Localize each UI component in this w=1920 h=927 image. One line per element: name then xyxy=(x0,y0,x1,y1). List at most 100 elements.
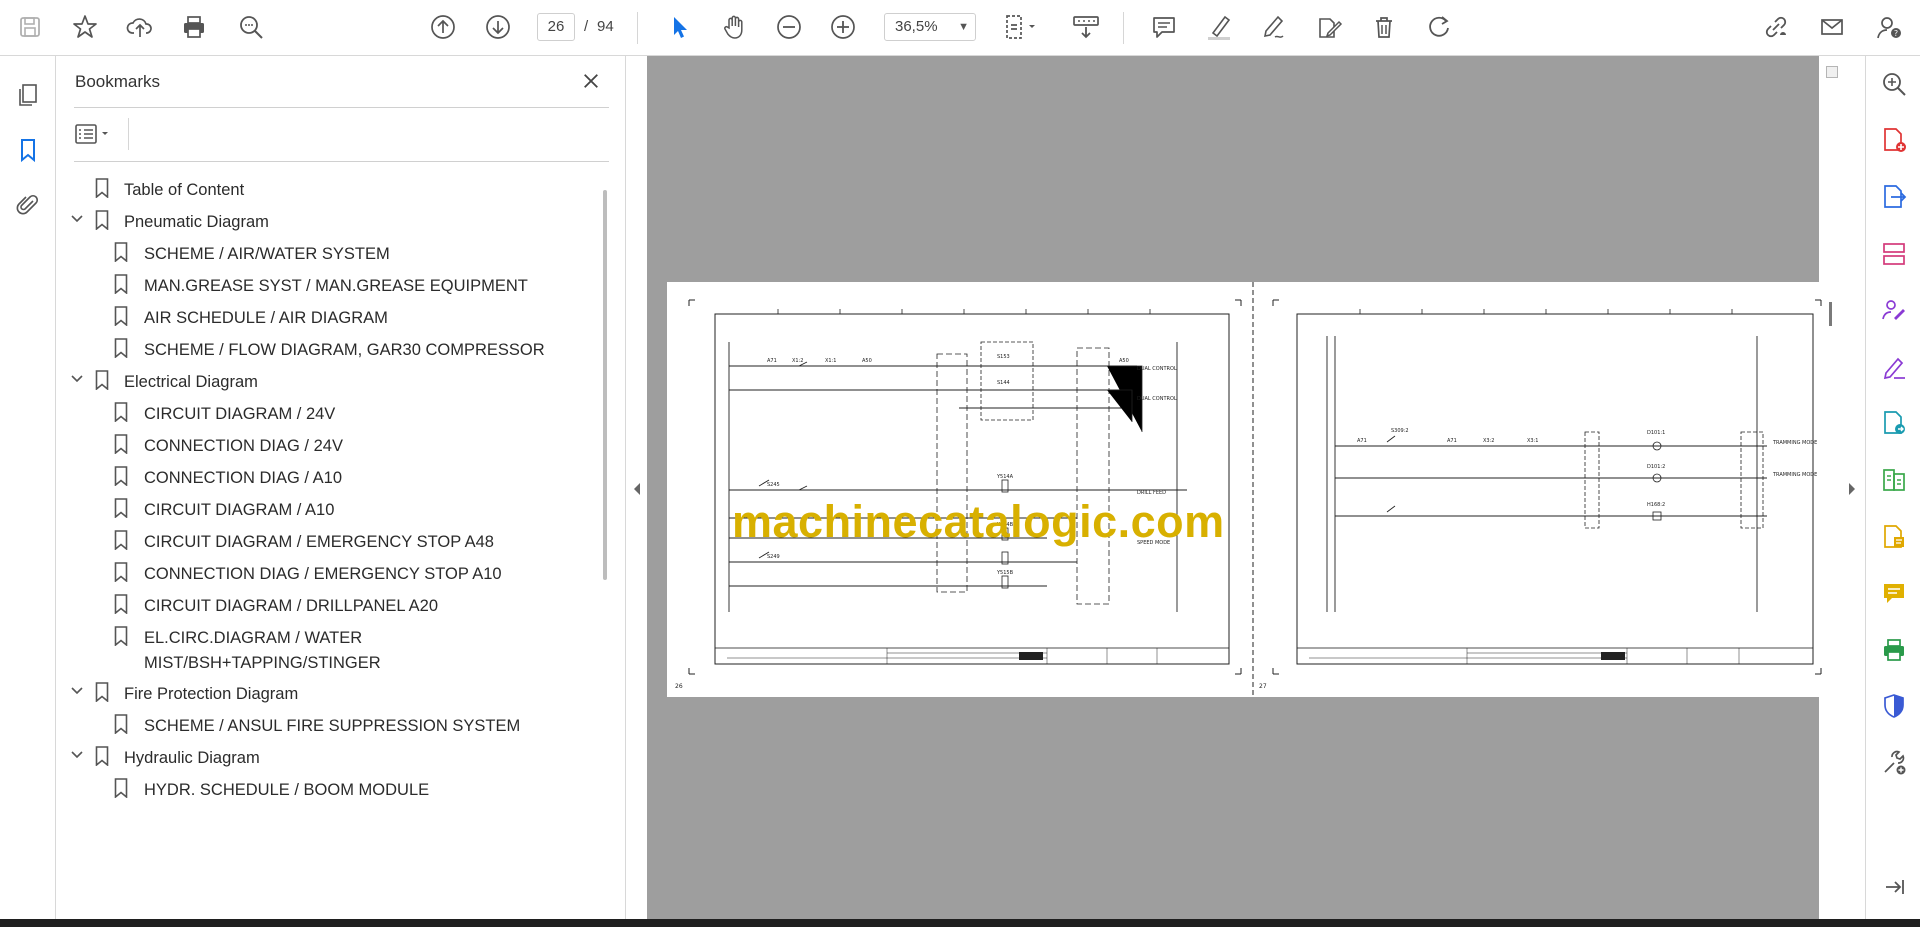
document-canvas[interactable]: A71 X1:2 X1:1 A50 S153 S144 A50 DUAL CONTROL D… xyxy=(647,56,1839,919)
bookmark-item[interactable]: SCHEME / AIR/WATER SYSTEM xyxy=(56,234,596,268)
collapse-right-panel-icon[interactable] xyxy=(1845,480,1859,498)
bookmark-icon xyxy=(114,242,128,262)
highlight-icon[interactable] xyxy=(1201,9,1237,45)
draw-icon[interactable] xyxy=(1256,9,1292,45)
scrolling-mode-icon[interactable] xyxy=(1066,9,1106,45)
document-scrollbar-thumb[interactable] xyxy=(1829,302,1832,326)
bookmark-group[interactable]: Pneumatic Diagram xyxy=(56,202,596,236)
scroll-up-button[interactable] xyxy=(1826,66,1838,78)
more-tools-icon[interactable] xyxy=(1878,747,1910,779)
left-page-number: 26 xyxy=(675,683,683,690)
previous-page-icon[interactable] xyxy=(425,9,461,45)
protect-shield-icon[interactable] xyxy=(1878,690,1910,722)
fill-sign-icon[interactable] xyxy=(1878,351,1910,383)
page-thumbnails-icon[interactable] xyxy=(10,77,46,113)
chevron-down-icon: ▼ xyxy=(958,21,969,33)
bookmark-icon xyxy=(114,626,128,646)
hand-tool-icon[interactable] xyxy=(716,9,752,45)
page-separator: / xyxy=(584,18,589,35)
svg-text:S153: S153 xyxy=(997,354,1010,360)
bookmark-label: Pneumatic Diagram xyxy=(124,213,269,231)
send-for-review-icon[interactable] xyxy=(1878,407,1910,439)
bookmark-icon xyxy=(114,498,128,518)
page-total: 94 xyxy=(597,18,614,35)
bookmark-label: CONNECTION DIAG / 24V xyxy=(144,437,343,455)
print-production-icon[interactable] xyxy=(1878,634,1910,666)
zoom-out-icon[interactable] xyxy=(771,9,807,45)
next-page-icon[interactable] xyxy=(480,9,516,45)
svg-text:A71: A71 xyxy=(1447,438,1457,444)
bookmark-group[interactable]: Hydraulic Diagram xyxy=(56,738,596,772)
main-toolbar: 26 / 94 36,5% ▼ ? xyxy=(0,0,1920,56)
bookmark-item[interactable]: SCHEME / ANSUL FIRE SUPPRESSION SYSTEM xyxy=(56,706,596,740)
expand-panel-icon[interactable] xyxy=(1878,871,1910,903)
bookmarks-panel-icon[interactable] xyxy=(10,132,46,168)
share-link-icon[interactable] xyxy=(1758,9,1794,45)
bookmark-item[interactable]: CIRCUIT DIAGRAM / EMERGENCY STOP A48 xyxy=(56,522,596,556)
bookmark-item[interactable]: SCHEME / FLOW DIAGRAM, GAR30 COMPRESSOR xyxy=(56,330,596,364)
page-number-input[interactable]: 26 xyxy=(537,13,575,41)
email-icon[interactable] xyxy=(1814,9,1850,45)
bookmark-label: SCHEME / AIR/WATER SYSTEM xyxy=(144,245,390,263)
bookmark-item[interactable]: CIRCUIT DIAGRAM / DRILLPANEL A20 xyxy=(56,586,596,620)
svg-text:A50: A50 xyxy=(1119,358,1129,364)
find-zoom-icon[interactable] xyxy=(233,9,269,45)
delete-icon[interactable] xyxy=(1366,9,1402,45)
star-icon[interactable] xyxy=(67,9,103,45)
svg-text:A50: A50 xyxy=(862,358,872,364)
request-signatures-icon[interactable] xyxy=(1878,294,1910,326)
save-icon[interactable] xyxy=(12,9,48,45)
zoom-level-select[interactable]: 36,5% ▼ xyxy=(884,13,976,41)
bookmark-label: HYDR. SCHEDULE / BOOM MODULE xyxy=(144,781,430,799)
bookmark-item[interactable]: EL.CIRC.DIAGRAM / WATER MIST/BSH+TAPPING… xyxy=(56,618,596,676)
bookmarks-scrollbar[interactable] xyxy=(603,190,607,580)
panel-divider xyxy=(128,118,129,150)
bookmark-label: CIRCUIT DIAGRAM / EMERGENCY STOP A48 xyxy=(144,533,494,551)
bookmark-item[interactable]: CONNECTION DIAG / EMERGENCY STOP A10 xyxy=(56,554,596,588)
chevron-down-icon[interactable] xyxy=(70,372,84,386)
bookmark-item[interactable]: CONNECTION DIAG / 24V xyxy=(56,426,596,460)
bookmark-group[interactable]: Fire Protection Diagram xyxy=(56,674,596,708)
bookmark-options-button[interactable] xyxy=(74,120,120,148)
svg-text:X3:2: X3:2 xyxy=(1483,438,1494,444)
navigation-rail xyxy=(0,56,56,919)
compare-files-icon[interactable] xyxy=(1878,464,1910,496)
create-pdf-icon[interactable] xyxy=(1878,124,1910,156)
svg-text:X3:1: X3:1 xyxy=(1527,438,1538,444)
account-help-icon[interactable]: ? xyxy=(1871,9,1907,45)
bookmark-item[interactable]: MAN.GREASE SYST / MAN.GREASE EQUIPMENT xyxy=(56,266,596,300)
collapse-left-panel-icon[interactable] xyxy=(630,480,644,498)
comment-tool-icon[interactable] xyxy=(1878,577,1910,609)
page-fit-icon[interactable] xyxy=(996,9,1042,45)
comment-icon[interactable] xyxy=(1146,9,1182,45)
bookmark-item[interactable]: CIRCUIT DIAGRAM / A10 xyxy=(56,490,596,524)
export-pdf-icon[interactable] xyxy=(1878,181,1910,213)
svg-text:DUAL CONTROL: DUAL CONTROL xyxy=(1137,396,1177,402)
organize-pages-icon[interactable] xyxy=(1878,238,1910,270)
chevron-down-icon[interactable] xyxy=(70,684,84,698)
zoom-in-icon[interactable] xyxy=(825,9,861,45)
print-icon[interactable] xyxy=(176,9,212,45)
bookmark-item[interactable]: Table of Content xyxy=(56,170,596,204)
chevron-down-icon[interactable] xyxy=(70,748,84,762)
bookmark-item[interactable]: HYDR. SCHEDULE / BOOM MODULE xyxy=(56,770,596,804)
bookmark-label: CONNECTION DIAG / EMERGENCY STOP A10 xyxy=(144,565,502,583)
bookmark-item[interactable]: AIR SCHEDULE / AIR DIAGRAM xyxy=(56,298,596,332)
rotate-icon[interactable] xyxy=(1421,9,1457,45)
search-zoom-icon[interactable] xyxy=(1878,68,1910,100)
stamp-icon[interactable] xyxy=(1878,521,1910,553)
attachments-icon[interactable] xyxy=(10,187,46,223)
bookmark-item[interactable]: CIRCUIT DIAGRAM / 24V xyxy=(56,394,596,428)
bookmark-label: CIRCUIT DIAGRAM / A10 xyxy=(144,501,335,519)
bookmark-icon xyxy=(114,466,128,486)
edit-text-icon[interactable] xyxy=(1311,9,1347,45)
close-icon[interactable] xyxy=(576,66,606,96)
bookmark-group[interactable]: Electrical Diagram xyxy=(56,362,596,396)
select-cursor-icon[interactable] xyxy=(661,9,697,45)
bookmark-icon xyxy=(114,274,128,294)
bookmark-icon xyxy=(114,434,128,454)
bookmark-item[interactable]: CONNECTION DIAG / A10 xyxy=(56,458,596,492)
upload-cloud-icon[interactable] xyxy=(122,9,158,45)
svg-text:S245: S245 xyxy=(767,482,780,488)
chevron-down-icon[interactable] xyxy=(70,212,84,226)
